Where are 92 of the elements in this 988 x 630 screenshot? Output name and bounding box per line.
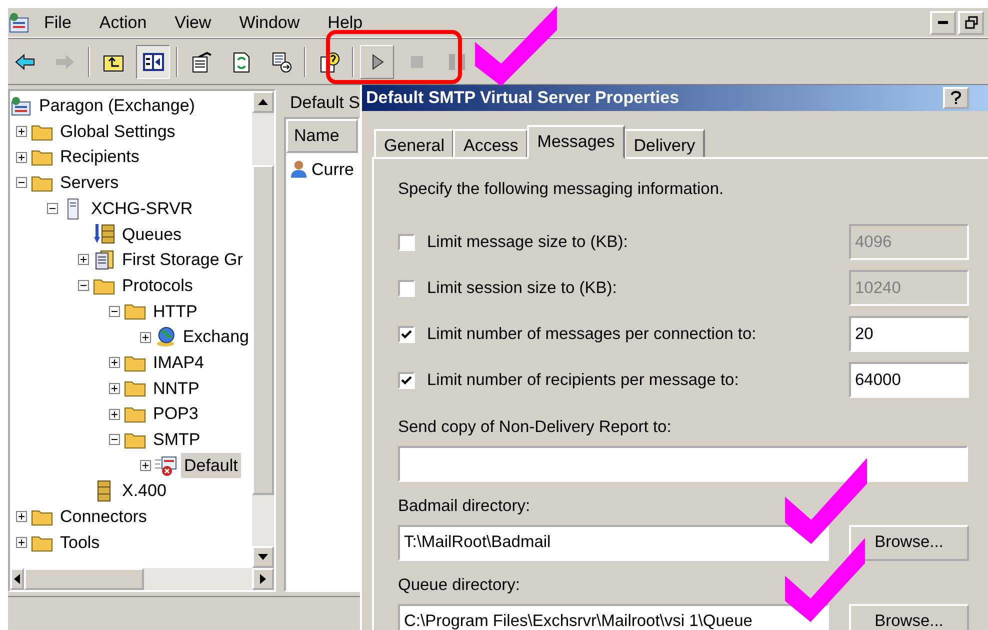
mail-server-icon — [155, 454, 177, 476]
tab[interactable]: Messages — [527, 124, 625, 158]
menu-item[interactable]: View — [160, 10, 226, 36]
pane-toggle-button[interactable] — [136, 44, 170, 78]
menu-item[interactable]: Window — [225, 10, 314, 36]
menu-item[interactable]: Action — [85, 10, 161, 36]
tree-item[interactable]: Paragon (Exchange) — [36, 93, 198, 119]
minimize-button[interactable] — [930, 10, 956, 34]
properties-icon — [190, 50, 212, 72]
minimize-icon — [938, 21, 948, 24]
browse-button[interactable]: Browse... — [849, 524, 969, 561]
export-list-icon — [270, 50, 292, 72]
scroll-down-icon[interactable] — [258, 554, 268, 560]
restore-button[interactable] — [958, 10, 984, 34]
menu-item[interactable]: Help — [314, 10, 377, 36]
scroll-right-icon[interactable] — [260, 574, 266, 584]
checkbox-label: Limit number of messages per connection to: — [427, 324, 756, 345]
user-icon — [290, 159, 308, 180]
number-field[interactable]: 64000 — [849, 362, 969, 398]
tree-item[interactable]: X.400 — [119, 478, 170, 504]
tree-item[interactable]: First Storage Gr — [119, 247, 246, 273]
collapse-toggle[interactable] — [16, 177, 27, 188]
expand-toggle[interactable] — [140, 460, 151, 471]
directory-field[interactable]: T:\MailRoot\Badmail — [398, 524, 829, 561]
checkbox[interactable] — [398, 372, 415, 389]
field-label: Queue directory: — [398, 574, 521, 596]
tree-item[interactable]: IMAP4 — [150, 350, 208, 376]
tree-item[interactable]: Global Settings — [57, 118, 178, 144]
tree-item[interactable]: Default — [181, 452, 241, 478]
tree-item[interactable]: XCHG-SRVR — [88, 196, 196, 222]
menu-item[interactable]: File — [30, 10, 86, 36]
checkbox[interactable] — [398, 326, 415, 343]
column-header[interactable]: Name — [286, 119, 358, 152]
play-button[interactable] — [360, 44, 394, 78]
tab[interactable]: Delivery — [624, 128, 706, 158]
tree-item[interactable]: NNTP — [150, 376, 202, 402]
expand-toggle[interactable] — [78, 254, 89, 266]
field-label: Badmail directory: — [398, 496, 532, 517]
pane-title: Default S — [289, 92, 360, 114]
expand-toggle[interactable] — [140, 332, 151, 343]
collapse-toggle[interactable] — [78, 280, 89, 292]
horizontal-scrollbar[interactable] — [10, 568, 274, 590]
check-icon — [401, 328, 412, 340]
instruction-text: Specify the following messaging information. — [398, 178, 725, 200]
help-icon — [318, 50, 340, 72]
expand-toggle[interactable] — [109, 408, 120, 420]
checkbox[interactable] — [398, 234, 415, 251]
help-button[interactable] — [943, 86, 969, 109]
directory-field[interactable]: C:\Program Files\Exchsrvr\Mailroot\vsi 1\Queue — [398, 604, 829, 630]
pane-toggle-icon — [142, 50, 164, 72]
tree-item[interactable]: Protocols — [119, 272, 196, 298]
restore-icon — [964, 16, 978, 29]
collapse-toggle[interactable] — [47, 203, 58, 214]
tree-item[interactable]: Recipients — [57, 144, 142, 170]
storage-group-icon — [93, 248, 115, 271]
expand-toggle[interactable] — [16, 537, 27, 548]
check-icon — [401, 374, 412, 386]
queue-icon — [93, 223, 115, 246]
tree-item[interactable]: POP3 — [150, 401, 202, 427]
tab[interactable]: General — [374, 128, 454, 158]
expand-toggle[interactable] — [16, 511, 27, 522]
checkbox[interactable] — [398, 280, 415, 297]
expand-toggle[interactable] — [109, 382, 120, 394]
checkbox-label: Limit number of recipients per message to: — [427, 370, 739, 391]
checkbox-label: Limit message size to (KB): — [427, 232, 628, 253]
expand-toggle[interactable] — [16, 126, 27, 138]
scroll-left-icon[interactable] — [14, 574, 20, 584]
tree-item[interactable]: Tools — [57, 530, 103, 556]
checkbox-label: Limit session size to (KB): — [427, 278, 617, 299]
organization-icon — [10, 94, 32, 117]
scroll-up-icon[interactable] — [258, 99, 268, 105]
expand-toggle[interactable] — [109, 357, 120, 368]
list-item[interactable]: Curre — [311, 156, 354, 182]
tab[interactable]: Access — [453, 128, 528, 158]
collapse-toggle[interactable] — [109, 306, 120, 317]
dialog-title: Default SMTP Virtual Server Properties — [366, 87, 680, 109]
browse-button[interactable]: Browse... — [849, 604, 969, 630]
tree-item[interactable]: Connectors — [57, 504, 150, 530]
tree-item[interactable]: HTTP — [150, 298, 200, 324]
help-icon — [950, 90, 962, 105]
vertical-scrollbar[interactable] — [252, 91, 274, 568]
tree-item[interactable]: SMTP — [150, 427, 204, 453]
tree-item[interactable]: Queues — [119, 222, 185, 248]
tree-item[interactable]: Servers — [57, 170, 122, 196]
field-label: Send copy of Non-Delivery Report to: — [398, 417, 672, 438]
collapse-toggle[interactable] — [109, 434, 120, 446]
expand-toggle[interactable] — [16, 152, 27, 163]
globe-icon — [155, 326, 176, 348]
app-icon — [8, 12, 30, 34]
tree-item[interactable]: Exchang — [180, 324, 252, 350]
number-field[interactable]: 20 — [849, 316, 969, 352]
ndr-address-field[interactable] — [398, 446, 968, 482]
